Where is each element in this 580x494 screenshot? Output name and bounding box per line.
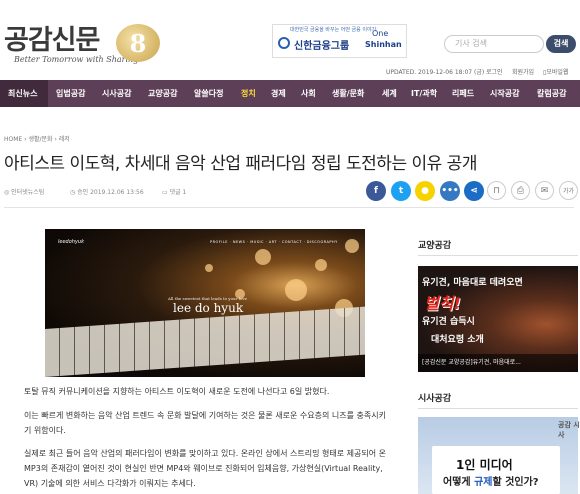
nav-item-politics[interactable]: 정치 — [241, 80, 256, 107]
bookmark-button[interactable]: ⊓ — [487, 181, 506, 200]
logo-tagline: Better Tomorrow with Sharing — [14, 55, 139, 64]
font-size-icon: 가가 — [562, 188, 575, 195]
nav-item-current[interactable]: 시사공감 — [102, 80, 131, 107]
feature-headline: 1인 미디어 — [456, 458, 513, 472]
article-date: ◷ 승인 2019.12.06 13:56 — [70, 189, 144, 196]
banner-ad-shinhan: Shinhan — [365, 40, 402, 49]
email-button[interactable]: ✉ — [535, 181, 554, 200]
nav-item-economy[interactable]: 경제 — [271, 80, 286, 107]
bokeh-light — [345, 239, 359, 253]
nav-item-start[interactable]: 시작공감 — [490, 80, 519, 107]
nav-item-world[interactable]: 세계 — [382, 80, 397, 107]
comment-icon: ▭ — [162, 189, 170, 196]
nav-item-repid[interactable]: 리페드 — [452, 80, 474, 107]
nav-item-legislation[interactable]: 입법공감 — [56, 80, 85, 107]
piano-keys — [45, 306, 365, 377]
feature-tag: 공감 시사 — [558, 421, 580, 439]
bokeh-light — [285, 279, 307, 301]
feature-subline: 대처요령 소개 — [431, 335, 484, 345]
signup-link[interactable]: 회원가입 — [512, 67, 534, 76]
breadcrumb-section[interactable]: 생활/문화 — [28, 136, 52, 143]
nav-item-it[interactable]: IT/과학 — [411, 80, 437, 107]
divider — [418, 408, 578, 409]
nav-item-society[interactable]: 사회 — [301, 80, 316, 107]
article-paragraph: 실제로 최근 들어 음악 산업의 패러다임이 변화를 맞이하고 있다. 온라인 … — [24, 449, 386, 488]
band-icon: ••• — [441, 186, 459, 196]
photo-artist-name: lee do hyuk — [173, 301, 244, 315]
photo-site-brand: leedohyuk — [58, 239, 84, 245]
facebook-share-button[interactable]: f — [366, 181, 386, 201]
mobile-web-label: 모바일웹 — [546, 69, 569, 76]
font-size-button[interactable]: 가가 — [559, 181, 578, 200]
article-paragraph: 이는 빠르게 변화하는 음악 산업 트렌드 속 문화 발달에 기여하는 것은 물… — [24, 411, 386, 435]
feature-subline: 어떻게 규제할 것인가? — [443, 477, 539, 488]
article-paragraph: 토탈 뮤직 커뮤니케이션을 지향하는 아티스트 이도혁이 새로운 도전에 나선다… — [24, 387, 330, 396]
comment-count[interactable]: ▭ 댓글 1 — [162, 187, 186, 196]
bookmark-icon: ⊓ — [492, 185, 501, 196]
nav-item-culture[interactable]: 교양공감 — [148, 80, 177, 107]
divider — [418, 255, 578, 256]
share-icon: ⋖ — [470, 186, 478, 196]
mobile-web-link[interactable]: ▯모바일웹 — [543, 67, 568, 76]
nav-item-lifestyle[interactable]: 생활/문화 — [332, 80, 364, 107]
search-button[interactable]: 검색 — [546, 35, 576, 53]
divider — [4, 207, 574, 208]
share-button[interactable]: ⋖ — [464, 181, 484, 201]
feature-highlight: 벌칙! — [424, 294, 461, 313]
banner-ad-one: One — [372, 29, 389, 38]
kakaostory-icon: ● — [421, 186, 429, 196]
bokeh-light — [315, 259, 327, 271]
bokeh-light — [205, 264, 213, 272]
feature-headline: 유기견, 마음대로 데려오면 — [422, 278, 523, 288]
banner-ad-slogan: 대한민국 금융을 바꾸는 어떤 금융 이야기 — [290, 27, 377, 33]
anniversary-badge: 8 — [116, 24, 160, 62]
photo-site-menu: PROFILE · NEWS · MUSIC · ART · CONTACT ·… — [210, 240, 338, 244]
site-logo[interactable]: 공감신문 — [4, 18, 100, 57]
facebook-icon: f — [374, 186, 378, 196]
login-link[interactable]: 로그인 — [486, 67, 503, 76]
kakaostory-share-button[interactable]: ● — [415, 181, 435, 201]
breadcrumb-home[interactable]: HOME — [4, 136, 22, 143]
breadcrumb-subsection[interactable]: 레저 — [59, 136, 70, 143]
updated-time: UPDATED. 2019-12-06 18:07 (금) — [386, 69, 485, 76]
article-title: 아티스트 이도혁, 차세대 음악 산업 패러다임 정립 도전하는 이유 공개 — [4, 154, 477, 174]
print-button[interactable]: ⎙ — [511, 181, 530, 200]
sidebar-section-title[interactable]: 교양공감 — [418, 238, 451, 251]
feature-subline: 유기견 습득시 — [422, 317, 475, 327]
article-author: ◎ 인터넷뉴스팀 — [4, 189, 45, 196]
breadcrumb: HOME › 생활/문화 › 레저 — [4, 134, 70, 143]
shinhan-logo-icon — [278, 37, 290, 49]
email-icon: ✉ — [540, 185, 549, 196]
twitter-share-button[interactable]: t — [391, 181, 411, 201]
print-icon: ⎙ — [516, 185, 525, 196]
sidebar-section-title[interactable]: 시사공감 — [418, 391, 451, 404]
search-input[interactable]: 기사 검색 — [444, 35, 544, 53]
bokeh-light — [255, 249, 271, 265]
banner-ad-brand: 신한금융그룹 — [294, 41, 350, 52]
feature-caption[interactable]: [공감신문 교양공감]유기견, 마음대로... — [418, 354, 578, 372]
band-share-button[interactable]: ••• — [440, 181, 460, 201]
nav-item-tips[interactable]: 알쓸다정 — [194, 80, 223, 107]
twitter-icon: t — [398, 186, 404, 196]
nav-item-column[interactable]: 칼럼공감 — [537, 80, 566, 107]
nav-item-latest[interactable]: 최신뉴스 — [8, 80, 37, 107]
